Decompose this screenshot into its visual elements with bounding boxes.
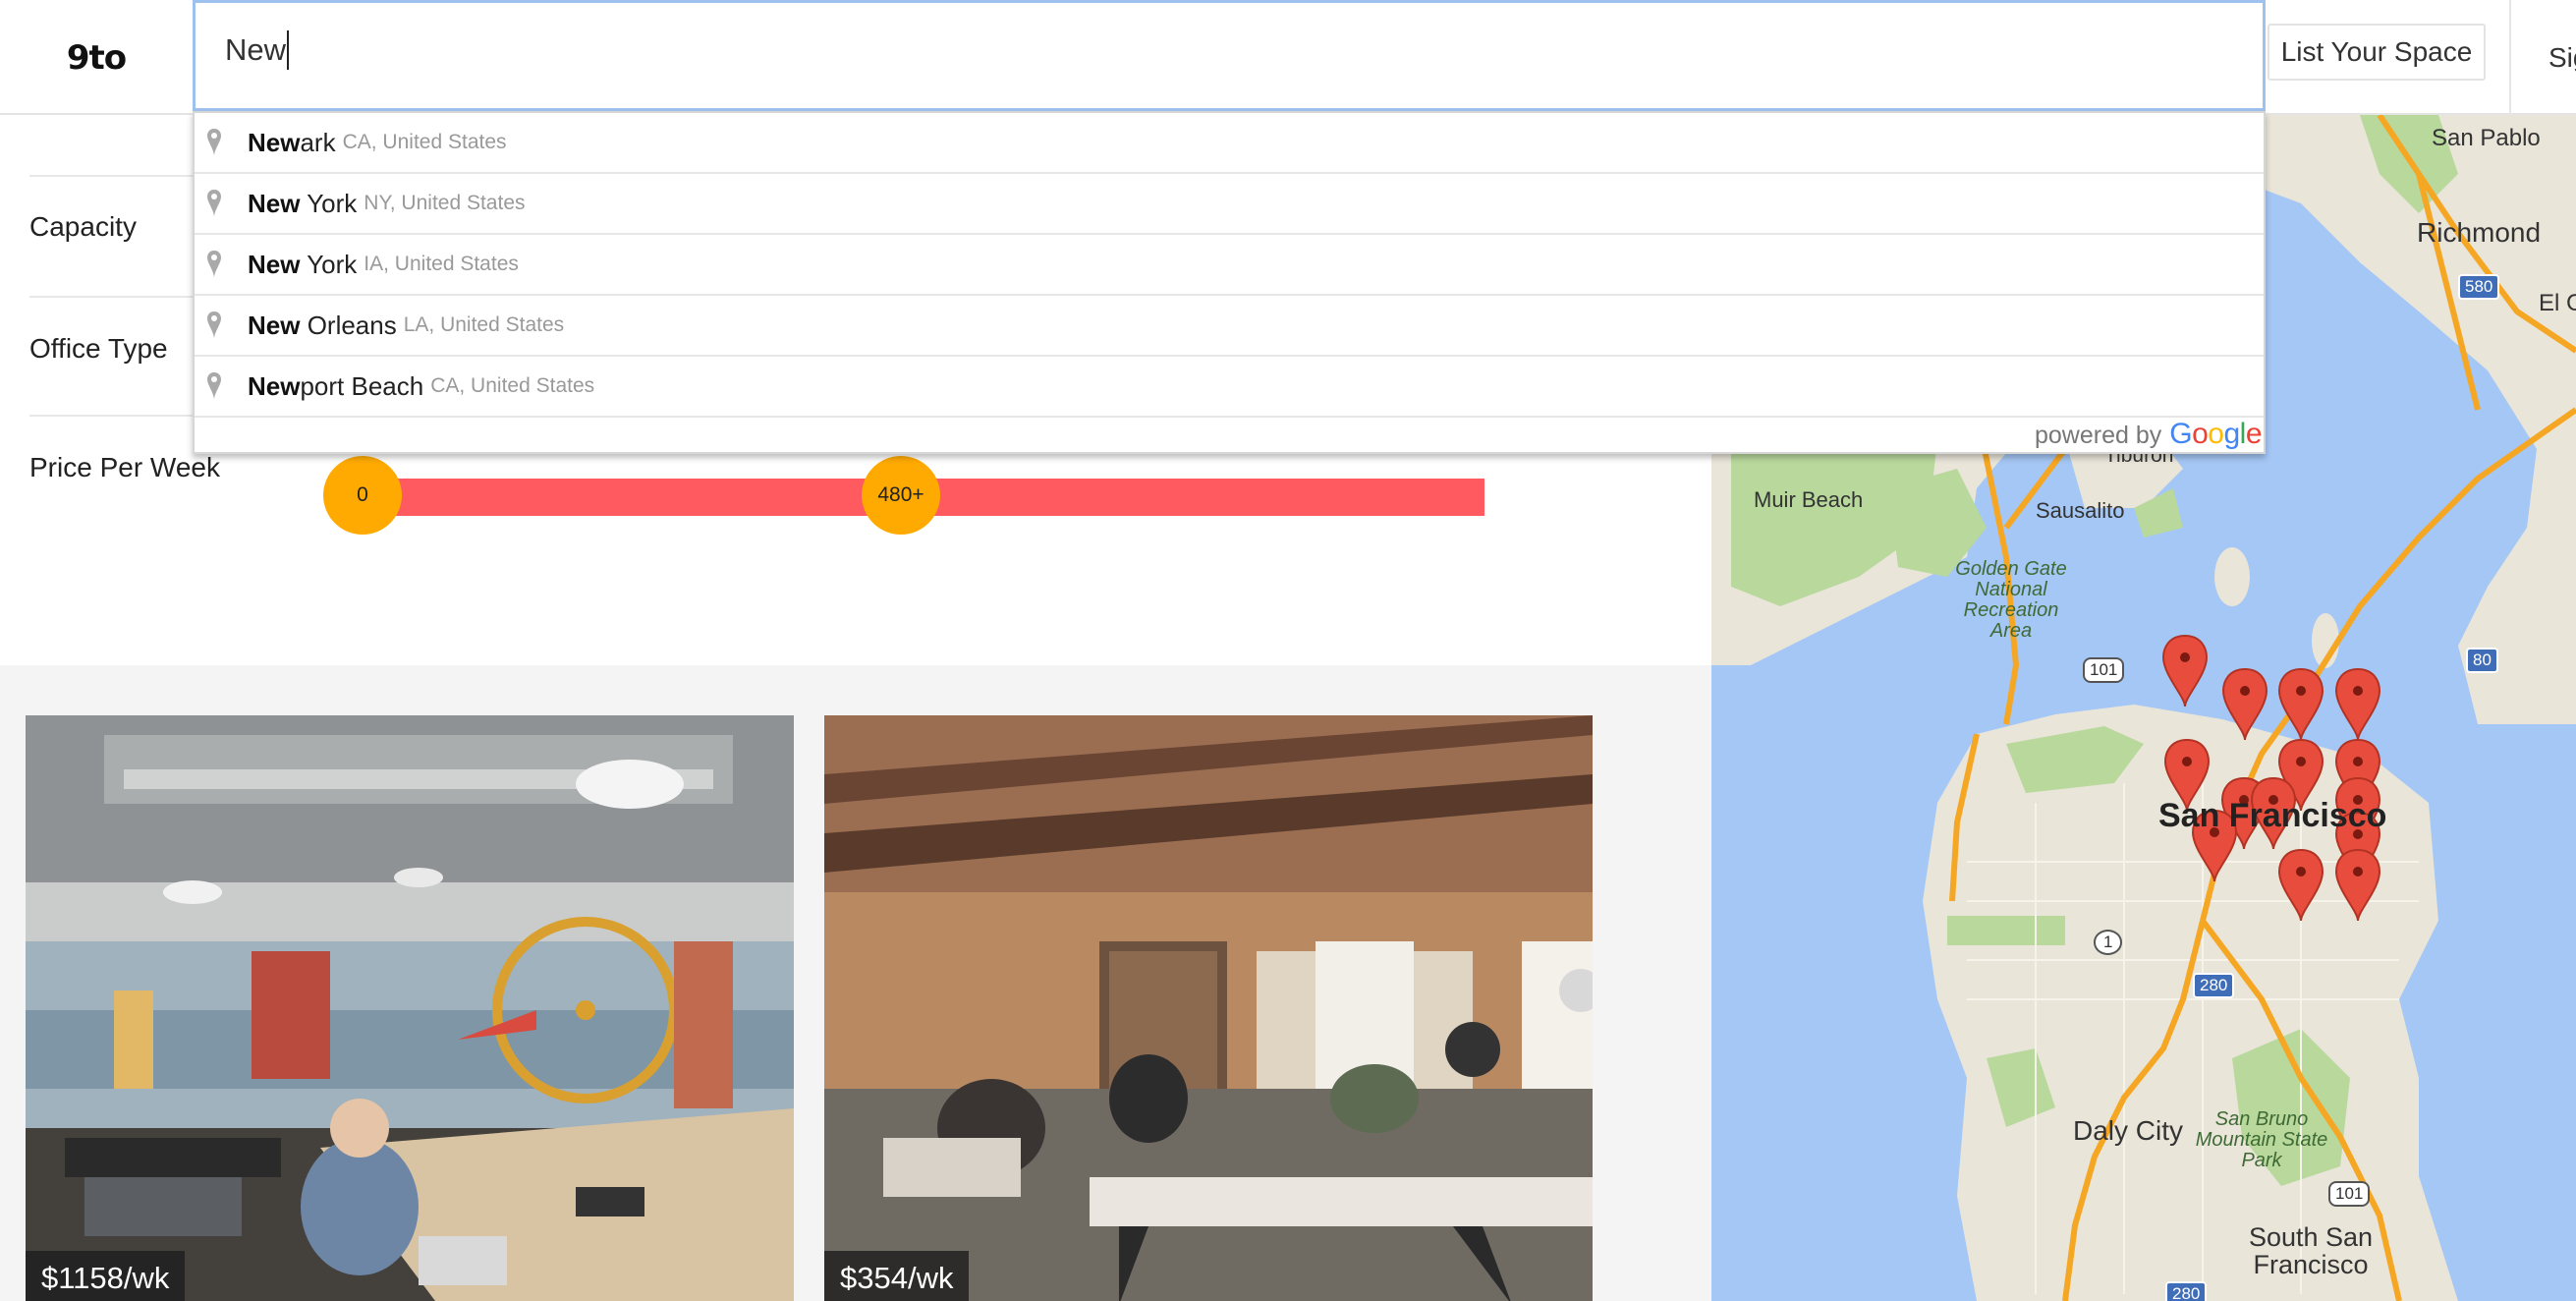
highway-280-shield: 280: [2165, 1281, 2208, 1301]
suggestion-match: New: [248, 188, 301, 218]
suggestion-region: CA, United States: [342, 131, 507, 153]
location-search-input[interactable]: New: [225, 30, 290, 70]
autocomplete-suggestion[interactable]: New Orleans LA, United States: [195, 296, 2264, 357]
suggestion-region: IA, United States: [364, 253, 519, 275]
map-label-san-bruno-mountain: San Bruno Mountain State Park: [2195, 1108, 2328, 1171]
location-search-box[interactable]: New: [193, 0, 2266, 111]
autocomplete-suggestion[interactable]: New York IA, United States: [195, 235, 2264, 296]
highway-101-shield: 101: [2328, 1181, 2371, 1207]
map-label-el-cerrito: El C: [2539, 290, 2576, 316]
sign-in-button[interactable]: Sig: [2509, 0, 2576, 115]
highway-580-shield: 580: [2458, 274, 2500, 300]
suggestion-match: New: [248, 127, 301, 157]
list-your-space-button[interactable]: List Your Space: [2268, 24, 2486, 81]
suggestion-name: ark: [300, 127, 336, 157]
text-caret: [287, 30, 290, 70]
highway-80-shield: 80: [2466, 648, 2498, 673]
map-label-san-pablo: San Pablo: [2432, 125, 2541, 151]
listing-card[interactable]: $1158/wk: [26, 715, 794, 1301]
map-marker: [2161, 634, 2209, 707]
suggestion-match: New: [248, 370, 301, 401]
autocomplete-suggestion[interactable]: New port Beach CA, United States: [195, 357, 2264, 418]
office-type-filter-label: Office Type: [29, 333, 168, 364]
map-label-san-francisco: San Francisco: [2158, 797, 2387, 834]
location-pin-icon: [207, 372, 221, 400]
price-filter-label: Price Per Week: [29, 452, 220, 482]
capacity-filter-label: Capacity: [29, 211, 137, 242]
listing-price: $354/wk: [824, 1251, 970, 1301]
location-pin-icon: [207, 311, 221, 339]
map-label-sausalito: Sausalito: [2036, 498, 2125, 523]
price-max-handle[interactable]: 480+: [862, 456, 940, 535]
suggestion-region: LA, United States: [403, 313, 565, 336]
listing-price: $1158/wk: [26, 1251, 186, 1301]
autocomplete-suggestion[interactable]: New York NY, United States: [195, 174, 2264, 235]
google-logo: Google: [2169, 418, 2262, 450]
suggestion-name: York: [300, 249, 358, 279]
suggestion-match: New: [248, 249, 301, 279]
map-label-daly-city: Daly City: [2073, 1115, 2184, 1146]
price-min-handle[interactable]: 0: [323, 456, 402, 535]
map-marker: [2277, 667, 2324, 741]
location-pin-icon: [207, 129, 221, 156]
map-label-ggnra: Golden Gate National Recreation Area: [1955, 558, 2067, 642]
highway-101-shield: 101: [2083, 657, 2125, 683]
price-max-value: 480+: [877, 483, 924, 506]
suggestion-match: New: [248, 310, 301, 340]
powered-by-google: powered by Google: [2034, 418, 2263, 451]
listing-photo: [26, 715, 794, 1301]
suggestion-name: York: [300, 188, 358, 218]
suggestion-region: NY, United States: [364, 192, 526, 214]
location-pin-icon: [207, 251, 221, 278]
highway-280-shield: 280: [2193, 973, 2235, 998]
map-label-muir-beach: Muir Beach: [1754, 487, 1864, 512]
listing-grid: $1158/wk $354/wk: [0, 665, 1711, 1301]
map-label-south-san-francisco: South San Francisco: [2248, 1222, 2374, 1279]
suggestion-region: CA, United States: [430, 374, 595, 397]
price-min-value: 0: [357, 483, 368, 506]
search-input-value: New: [225, 32, 287, 67]
powered-by-text: powered by: [2034, 422, 2162, 449]
top-navbar: 9to New List Your Space Sig: [0, 0, 2576, 115]
map-marker: [2334, 667, 2381, 741]
listing-photo: [824, 715, 1593, 1301]
logo[interactable]: 9to: [0, 0, 193, 115]
suggestion-name: port Beach: [300, 370, 424, 401]
autocomplete-dropdown: New ark CA, United States New York NY, Unit…: [193, 111, 2266, 454]
autocomplete-suggestion[interactable]: New ark CA, United States: [195, 113, 2264, 174]
location-pin-icon: [207, 190, 221, 217]
listing-card[interactable]: $354/wk: [824, 715, 1593, 1301]
map-label-richmond: Richmond: [2417, 217, 2542, 248]
suggestion-name: Orleans: [300, 310, 397, 340]
